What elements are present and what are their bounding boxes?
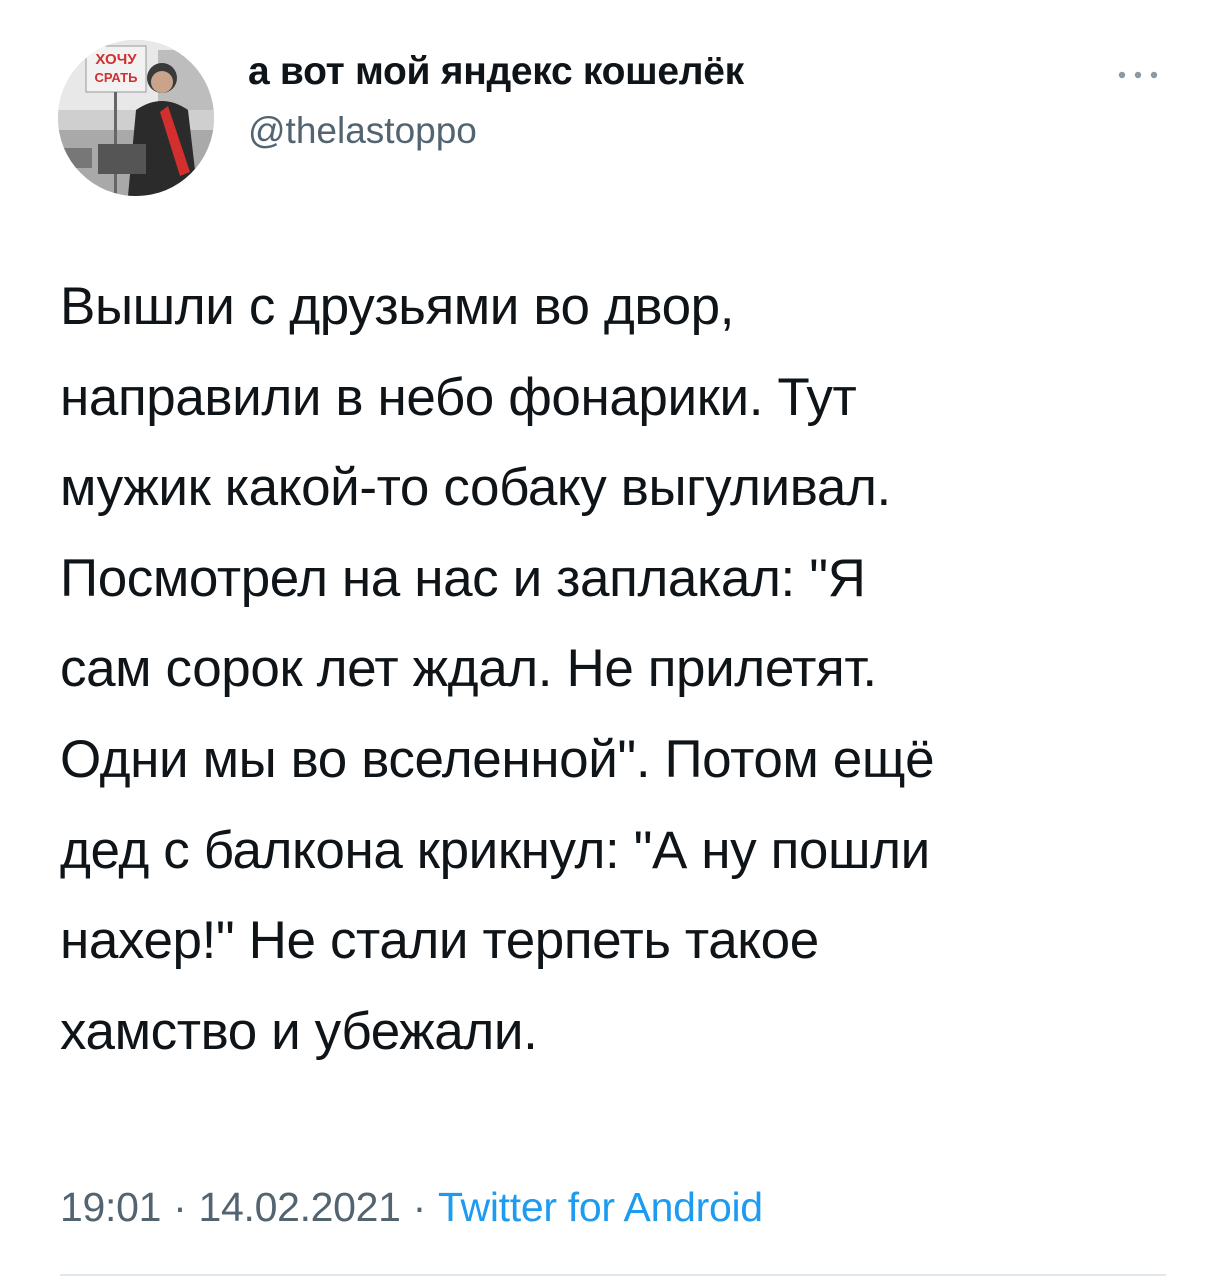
tweet-text-line: Вышли с друзьями во двор, [60, 277, 735, 336]
more-options-button[interactable] [1112, 60, 1164, 90]
tweet-text-line: Одни мы во вселенной". Потом ещё [60, 729, 935, 789]
display-name[interactable]: а вот мой яндекс кошелёк [248, 50, 744, 94]
tweet-text-line: Посмотрел на нас и заплакал: "Я [60, 548, 866, 608]
tweet-text-line: сам сорок лет ждал. Не прилетят. [60, 639, 877, 699]
avatar-sign-text: ХОЧУ [95, 51, 137, 68]
tweet-meta: 19:01 · 14.02.2021 · Twitter for Android [60, 1184, 763, 1231]
more-dots-icon [1118, 71, 1158, 79]
divider [60, 1274, 1166, 1276]
meta-separator: · [173, 1184, 187, 1230]
tweet-text-line: мужик какой-то собаку выгуливал. [60, 458, 891, 518]
tweet-text-line: хамство и убежали. [60, 1001, 538, 1061]
user-handle[interactable]: @thelastoppo [248, 110, 477, 152]
tweet-date[interactable]: 14.02.2021 [198, 1184, 401, 1230]
avatar-photo: ХОЧУ СРАТЬ [58, 40, 214, 196]
tweet-text-line: дед с балкона крикнул: "А ну пошли [60, 820, 930, 880]
tweet-time[interactable]: 19:01 [60, 1184, 161, 1230]
tweet-card: ХОЧУ СРАТЬ а вот мой яндекс кошелёк @the… [0, 0, 1222, 1280]
tweet-text-line: нахер!" Не стали терпеть такое [60, 911, 819, 971]
tweet-text: Вышли с друзьями во двор, направили в не… [60, 262, 1170, 1077]
tweet-text-line: направили в небо фонарики. Тут [60, 367, 857, 427]
meta-separator: · [412, 1184, 427, 1230]
avatar[interactable]: ХОЧУ СРАТЬ [58, 40, 214, 196]
tweet-source-link[interactable]: Twitter for Android [438, 1184, 763, 1230]
svg-text:СРАТЬ: СРАТЬ [95, 70, 138, 85]
